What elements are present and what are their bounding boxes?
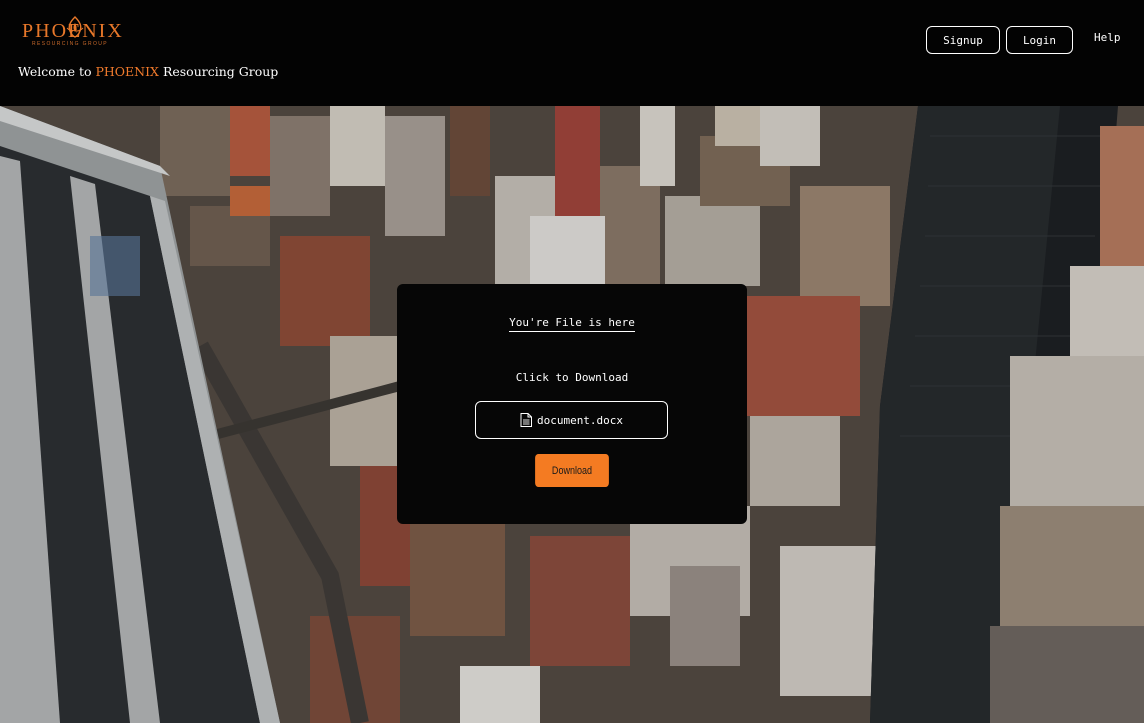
file-name: document.docx: [536, 413, 624, 427]
signup-button[interactable]: Signup: [926, 26, 1000, 54]
download-card: You're File is here Click to Download do…: [397, 284, 747, 524]
welcome-prefix: Welcome to: [18, 64, 96, 79]
file-item[interactable]: document.docx: [475, 401, 668, 439]
login-button[interactable]: Login: [1006, 26, 1073, 54]
document-icon: [520, 413, 532, 427]
site-header: PHOENIX RESOURCING GROUP Welcome to PHOE…: [0, 0, 1144, 106]
file-heading: You're File is here: [397, 316, 747, 332]
help-link[interactable]: Help: [1094, 31, 1121, 44]
welcome-brand: PHOENIX: [95, 64, 159, 79]
logo-wordmark: PHOENIX: [22, 20, 124, 42]
phoenix-logo[interactable]: PHOENIX RESOURCING GROUP: [22, 16, 132, 50]
file-heading-text: You're File is here: [509, 316, 635, 332]
welcome-text: Welcome to PHOENIX Resourcing Group: [18, 64, 278, 79]
logo-tagline: RESOURCING GROUP: [32, 41, 109, 47]
welcome-suffix: Resourcing Group: [158, 64, 279, 79]
download-button[interactable]: Download: [535, 454, 609, 487]
download-instruction: Click to Download: [515, 371, 629, 384]
